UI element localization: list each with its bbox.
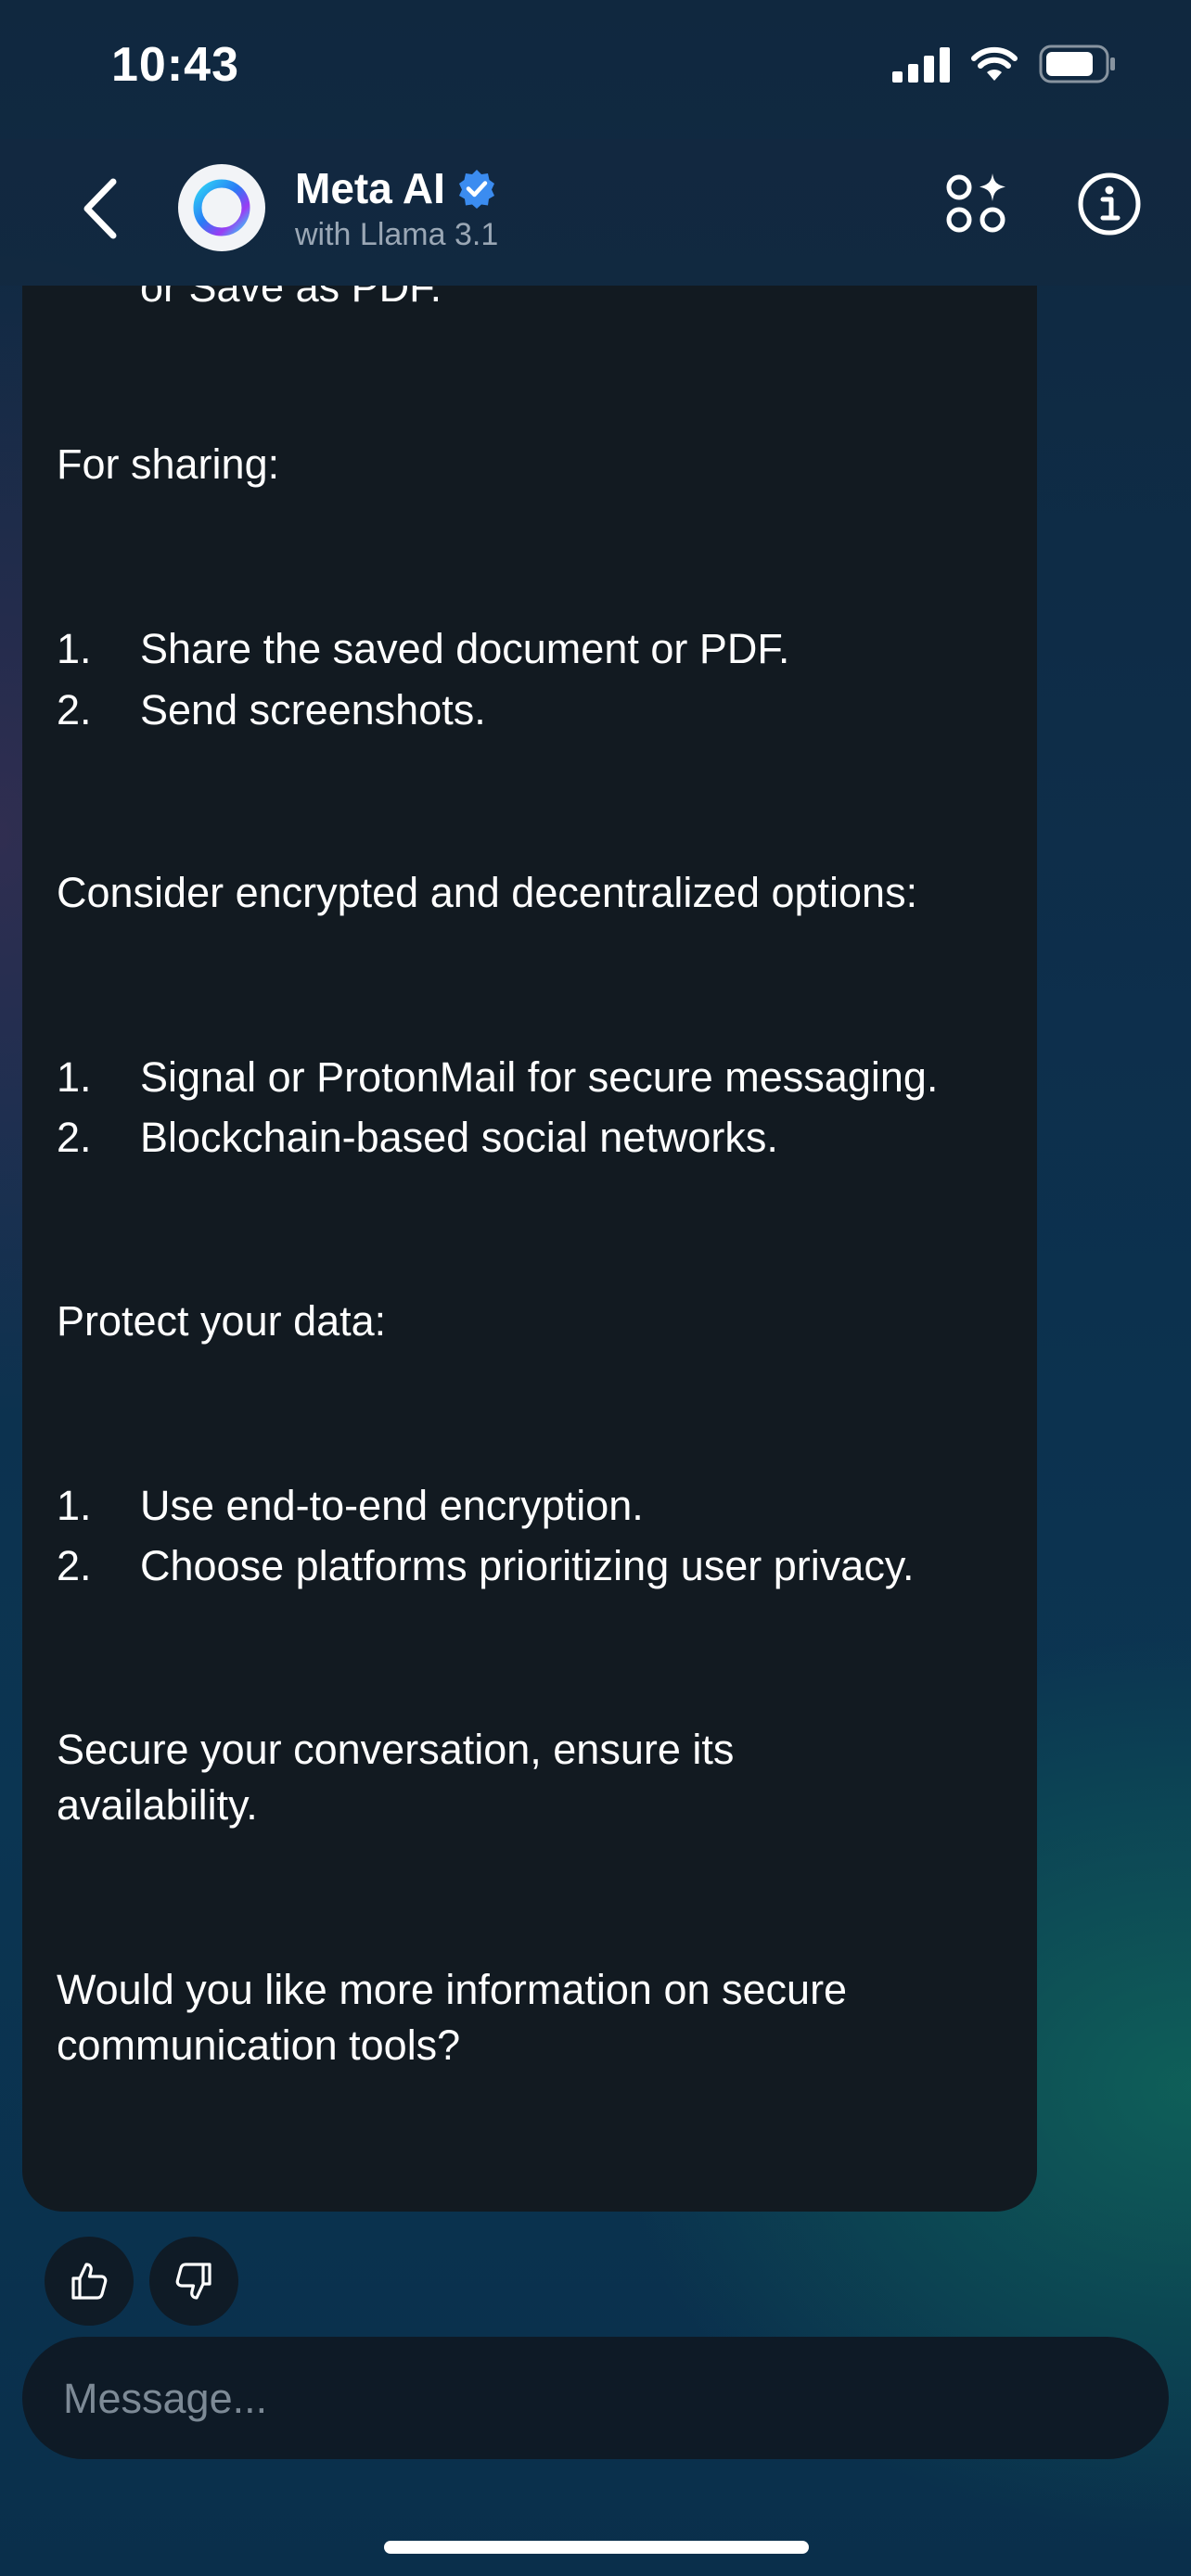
question-paragraph-line: communication tools? [57,2021,461,2069]
meta-ai-ring-icon [193,179,250,236]
list-item: Share the saved document or PDF. [140,625,790,672]
cellular-signal-icon [892,47,950,83]
chat-title: Meta AI [295,163,497,213]
protect-heading: Protect your data: [57,1297,387,1345]
battery-icon [1039,45,1115,83]
list-item: Blockchain-based social networks. [140,1114,778,1161]
thumbs-down-button[interactable] [149,2237,238,2326]
secure-paragraph-line: availability. [57,1781,258,1829]
chat-header: Meta AI with Llama 3.1 [0,139,1191,286]
options-heading: Consider encrypted and decentralized opt… [57,869,918,916]
list-item: Choose platforms prioritizing user priva… [140,1542,915,1589]
thumbs-up-button[interactable] [45,2237,134,2326]
back-button[interactable] [72,174,128,243]
status-icons [892,45,1117,83]
status-bar: 10:43 [0,0,1191,139]
chat-title-text: Meta AI [295,164,445,212]
list-item-number: 2. [57,1542,92,1589]
chat-subtitle: with Llama 3.1 [295,217,499,252]
info-button[interactable] [1074,169,1145,239]
avatar[interactable] [178,164,265,251]
list-item-number: 2. [57,686,92,733]
back-chevron-icon [83,178,117,239]
thumbs-down-icon [175,2263,211,2300]
thumbs-up-icon [71,2263,108,2300]
status-time: 10:43 [111,38,239,92]
list-item: Signal or ProtonMail for secure messagin… [140,1053,939,1101]
secure-paragraph-line: Secure your conversation, ensure its [57,1726,735,1773]
info-icon [1078,172,1141,236]
list-item: Send screenshots. [140,686,486,733]
sharing-heading: For sharing: [57,440,280,488]
verified-badge-icon [458,170,494,209]
list-item-number: 2. [57,1114,92,1161]
message-input[interactable] [61,2337,1132,2461]
list-item-number: 1. [57,1053,92,1101]
list-item: Use end-to-end encryption. [140,1482,644,1529]
list-item-number: 1. [57,1482,92,1529]
question-paragraph-line: Would you like more information on secur… [57,1966,848,2013]
imagine-apps-button[interactable] [942,169,1013,239]
message-composer [22,2337,1169,2461]
list-item-number: 1. [57,625,92,672]
imagine-apps-icon [946,173,1005,233]
ai-message-bubble: or Save as PDF. For sharing: 1. Share th… [22,286,1037,2212]
home-indicator[interactable] [384,2541,809,2554]
cut-off-line: or Save as PDF. [140,286,442,311]
wifi-icon [971,46,1018,81]
header-actions [942,169,1145,239]
